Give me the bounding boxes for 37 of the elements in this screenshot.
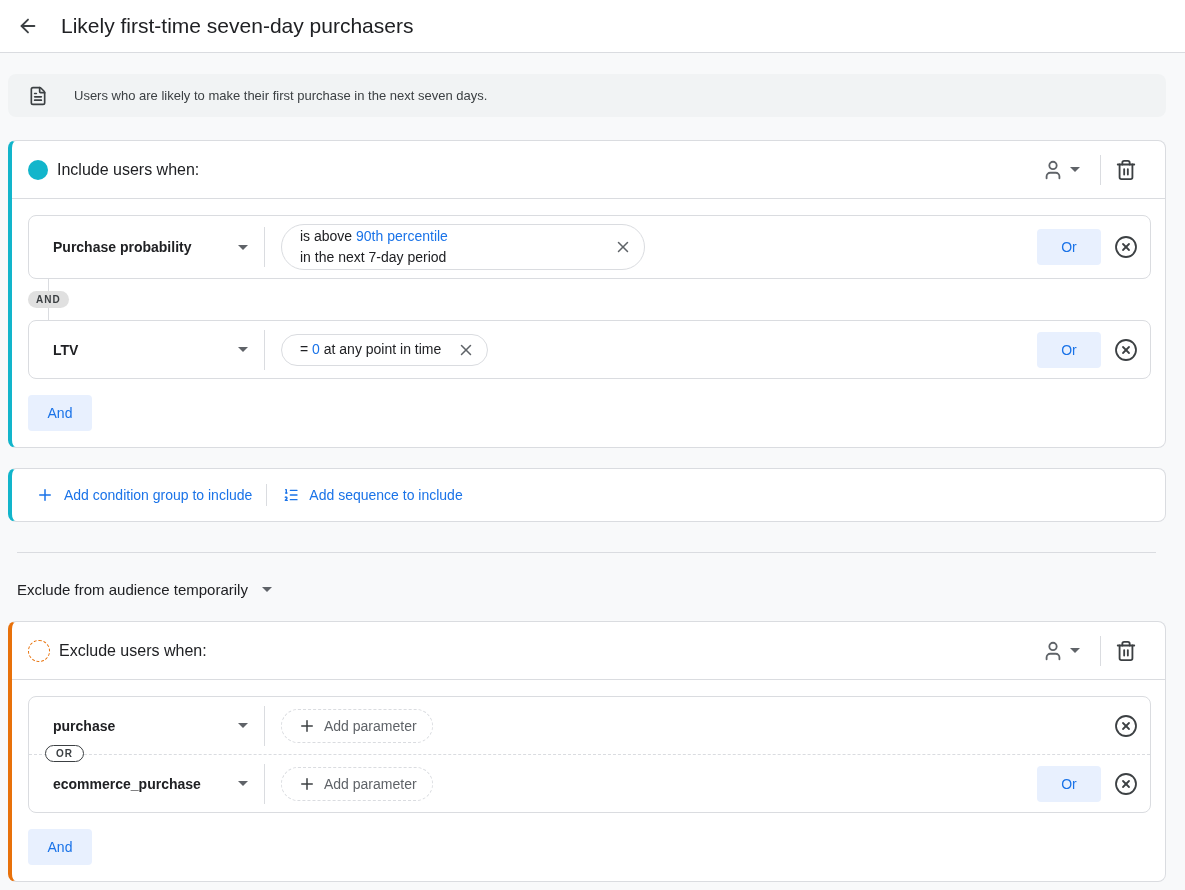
remove-icon[interactable]	[1114, 713, 1138, 738]
group-indicator-icon	[28, 159, 48, 180]
remove-icon[interactable]	[1114, 771, 1138, 796]
description-text: Users who are likely to make their first purchase in the next seven days.	[74, 88, 488, 103]
or-button[interactable]: Or	[1037, 331, 1101, 368]
and-button[interactable]: And	[28, 829, 92, 865]
or-button[interactable]: Or	[1037, 765, 1101, 802]
caret-icon	[261, 587, 272, 592]
group-heading: Exclude users when:	[59, 641, 208, 660]
group-heading: Include users when:	[57, 160, 201, 179]
condition-text: in the next 7-day period	[300, 249, 448, 266]
or-connector-label: OR	[45, 745, 84, 762]
exclude-mode-dropdown[interactable]: Exclude from audience temporarily	[8, 581, 272, 598]
add-group-link[interactable]: Add condition group to include	[36, 486, 261, 504]
caret-icon	[238, 723, 248, 728]
remove-icon[interactable]	[1114, 337, 1138, 362]
page-title: Likely first-time seven-day purchasers	[61, 14, 414, 38]
caret-icon	[238, 244, 248, 250]
condition-text: is above 90th percentile	[300, 228, 449, 245]
plus-icon	[36, 486, 54, 504]
caret-icon	[238, 781, 248, 786]
add-sequence-link[interactable]: Add sequence to include	[283, 487, 471, 503]
and-button[interactable]: And	[28, 395, 92, 431]
numbered-list-icon	[283, 487, 300, 503]
condition-text: = 0 at any point in time	[300, 341, 442, 358]
caret-icon	[238, 347, 248, 352]
and-connector-label: AND	[28, 291, 69, 308]
delete-icon[interactable]	[1115, 639, 1137, 662]
or-button[interactable]: Or	[1037, 229, 1101, 265]
dimension-dropdown[interactable]: Purchase probability	[29, 227, 265, 267]
delete-icon[interactable]	[1115, 158, 1137, 181]
caret-icon	[1070, 167, 1080, 172]
dimension-dropdown[interactable]: ecommerce_purchase	[29, 763, 265, 804]
caret-icon	[1070, 648, 1080, 653]
dimension-dropdown[interactable]: LTV	[29, 329, 265, 370]
remove-icon[interactable]	[1114, 235, 1138, 259]
document-icon	[28, 85, 48, 106]
